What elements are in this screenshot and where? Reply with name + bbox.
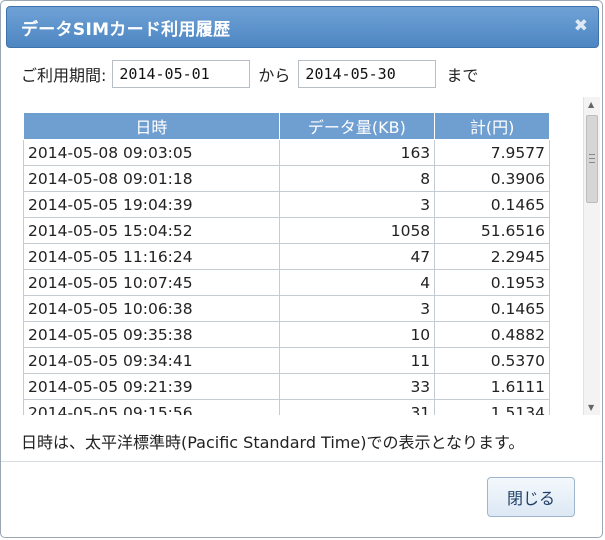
usage-period-row: ご利用期間: から まで	[21, 59, 478, 89]
cell-datetime: 2014-05-05 19:04:39	[23, 191, 280, 218]
cell-total: 2.2945	[434, 243, 550, 270]
cell-datetime: 2014-05-05 11:16:24	[23, 243, 280, 270]
scrollbar-thumb[interactable]	[586, 115, 598, 203]
cell-total: 7.9577	[434, 139, 550, 166]
dialog-titlebar[interactable]: データSIMカード利用履歴 ✖	[6, 6, 599, 48]
cell-data-amount: 8	[278, 165, 436, 192]
cell-data-amount: 10	[278, 321, 436, 348]
period-label: ご利用期間:	[21, 66, 107, 85]
history-dialog: データSIMカード利用履歴 ✖ ご利用期間: から まで 日時 データ量(KB)…	[0, 0, 603, 538]
from-date-input[interactable]	[112, 60, 251, 88]
table-row: 2014-05-05 11:16:24 47 2.2945	[23, 243, 550, 270]
table-row: 2014-05-05 09:35:38 10 0.4882	[23, 321, 550, 348]
close-icon[interactable]: ✖	[574, 16, 588, 36]
thumb-grip-line	[589, 154, 595, 155]
table-row: 2014-05-05 10:06:38 3 0.1465	[23, 295, 550, 322]
cell-data-amount: 33	[278, 373, 436, 400]
cell-total: 0.5370	[434, 347, 550, 374]
thumb-grip-line	[589, 158, 595, 159]
history-scroll-area[interactable]: 日時 データ量(KB) 計(円) 2014-05-08 09:03:05 163…	[6, 97, 602, 415]
table-row: 2014-05-05 09:34:41 11 0.5370	[23, 347, 550, 374]
period-to-suffix: まで	[446, 66, 479, 85]
cell-data-amount: 3	[278, 295, 436, 322]
footer-divider	[1, 461, 602, 462]
cell-datetime: 2014-05-05 10:06:38	[23, 295, 280, 322]
cell-total: 0.1465	[434, 295, 550, 322]
table-row: 2014-05-05 09:21:39 33 1.6111	[23, 373, 550, 400]
history-table: 日時 データ量(KB) 計(円) 2014-05-08 09:03:05 163…	[23, 112, 550, 415]
thumb-grip-line	[589, 162, 595, 163]
table-header-row: 日時 データ量(KB) 計(円)	[23, 112, 550, 140]
cell-datetime: 2014-05-05 09:15:56	[23, 399, 280, 415]
cell-datetime: 2014-05-05 09:34:41	[23, 347, 280, 374]
column-header-data-amount: データ量(KB)	[278, 112, 436, 140]
table-row: 2014-05-05 19:04:39 3 0.1465	[23, 191, 550, 218]
cell-datetime: 2014-05-08 09:01:18	[23, 165, 280, 192]
table-row: 2014-05-05 15:04:52 1058 51.6516	[23, 217, 550, 244]
cell-data-amount: 31	[278, 399, 436, 415]
timezone-note: 日時は、太平洋標準時(Pacific Standard Time)での表示となり…	[21, 433, 525, 452]
vertical-scrollbar[interactable]: ▲ ▼	[583, 97, 600, 415]
cell-total: 0.4882	[434, 321, 550, 348]
cell-data-amount: 47	[278, 243, 436, 270]
column-header-datetime: 日時	[23, 112, 280, 140]
cell-datetime: 2014-05-08 09:03:05	[23, 139, 280, 166]
cell-data-amount: 11	[278, 347, 436, 374]
cell-datetime: 2014-05-05 09:35:38	[23, 321, 280, 348]
cell-total: 1.6111	[434, 373, 550, 400]
scroll-down-arrow-icon[interactable]: ▼	[588, 403, 594, 412]
table-row: 2014-05-05 10:07:45 4 0.1953	[23, 269, 550, 296]
close-button[interactable]: 閉じる	[487, 477, 575, 517]
cell-data-amount: 3	[278, 191, 436, 218]
table-row: 2014-05-05 09:15:56 31 1.5134	[23, 399, 550, 415]
cell-datetime: 2014-05-05 09:21:39	[23, 373, 280, 400]
cell-total: 0.3906	[434, 165, 550, 192]
cell-total: 1.5134	[434, 399, 550, 415]
cell-total: 0.1465	[434, 191, 550, 218]
cell-data-amount: 1058	[278, 217, 436, 244]
cell-datetime: 2014-05-05 15:04:52	[23, 217, 280, 244]
dialog-title: データSIMカード利用履歴	[21, 20, 231, 40]
scroll-up-arrow-icon[interactable]: ▲	[588, 100, 594, 109]
table-row: 2014-05-08 09:03:05 163 7.9577	[23, 139, 550, 166]
table-row: 2014-05-08 09:01:18 8 0.3906	[23, 165, 550, 192]
cell-total: 0.1953	[434, 269, 550, 296]
cell-data-amount: 163	[278, 139, 436, 166]
cell-datetime: 2014-05-05 10:07:45	[23, 269, 280, 296]
cell-data-amount: 4	[278, 269, 436, 296]
period-from-suffix: から	[258, 66, 291, 85]
to-date-input[interactable]	[298, 60, 437, 88]
column-header-total: 計(円)	[434, 112, 550, 140]
cell-total: 51.6516	[434, 217, 550, 244]
